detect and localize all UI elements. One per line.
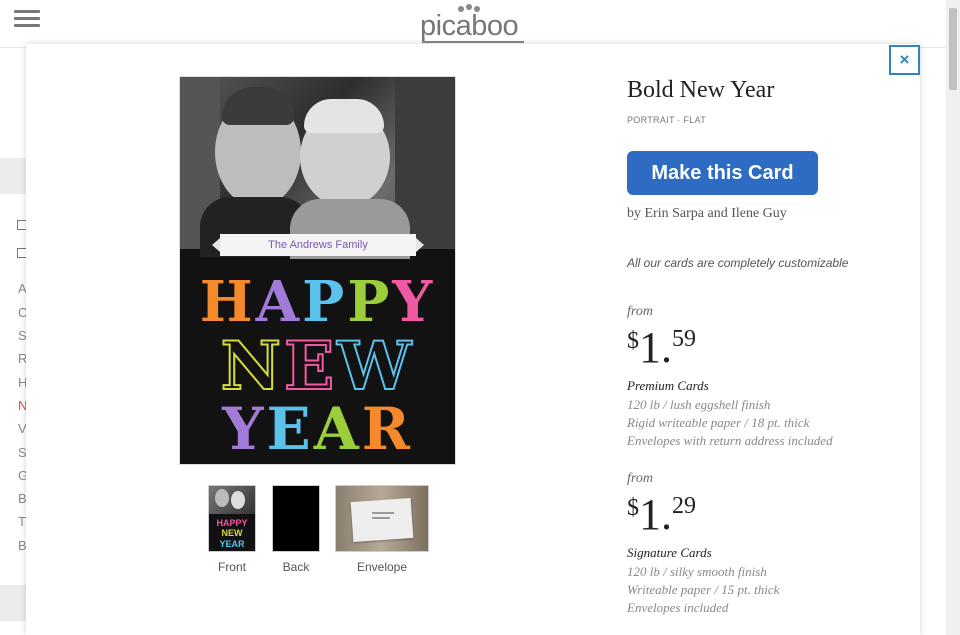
make-this-card-button[interactable]: Make this Card bbox=[627, 151, 818, 195]
product-format: PORTRAIT · FLAT bbox=[627, 115, 707, 125]
thumbnail-label: Front bbox=[217, 560, 246, 574]
front-thumbnail-image: HAPPY NEW YEAR bbox=[208, 485, 256, 552]
tier-feature: Envelopes with return address included bbox=[627, 433, 833, 448]
logo-text: picaboo bbox=[420, 10, 519, 42]
tier-name: Premium Cards bbox=[627, 378, 709, 393]
card-line-year: YEAR bbox=[180, 395, 455, 463]
family-photo bbox=[180, 77, 455, 259]
background-filter-item[interactable]: T bbox=[18, 514, 26, 529]
tier-name: Signature Cards bbox=[627, 545, 712, 560]
card-letter: R bbox=[361, 395, 413, 463]
product-modal: × The Andrews Family HAPPY NEW YEAR HAPP… bbox=[26, 44, 920, 635]
picaboo-logo[interactable]: picaboo bbox=[420, 4, 526, 44]
card-letter: A bbox=[255, 269, 303, 335]
card-line-happy: HAPPY bbox=[180, 269, 455, 335]
thumbnail-back[interactable]: Back bbox=[272, 485, 320, 575]
card-letter: P bbox=[347, 269, 393, 335]
price-dot: . bbox=[661, 490, 672, 539]
price-whole: 1 bbox=[639, 323, 661, 372]
card-letter: N bbox=[220, 326, 284, 406]
product-title: Bold New Year bbox=[627, 77, 775, 103]
tier-feature: Envelopes included bbox=[627, 600, 729, 615]
price-cents: 29 bbox=[672, 493, 696, 519]
card-letter: E bbox=[283, 326, 338, 406]
top-bar: picaboo bbox=[0, 0, 946, 48]
card-letter: W bbox=[336, 326, 415, 406]
price-currency: $ bbox=[627, 328, 639, 354]
price-whole: 1 bbox=[639, 490, 661, 539]
scrollbar[interactable] bbox=[946, 0, 960, 635]
card-preview: The Andrews Family HAPPY NEW YEAR bbox=[179, 76, 456, 465]
tier-feature: 120 lb / lush eggshell finish bbox=[627, 397, 771, 412]
designer-byline: by Erin Sarpa and Ilene Guy bbox=[627, 206, 787, 221]
customizable-note: All our cards are completely customizabl… bbox=[627, 256, 849, 270]
card-line-new: NEW bbox=[180, 326, 455, 406]
tier-feature: Writeable paper / 15 pt. thick bbox=[627, 582, 780, 597]
tier-feature: Rigid writeable paper / 18 pt. thick bbox=[627, 415, 810, 430]
envelope-thumbnail-image bbox=[335, 485, 429, 552]
card-letter: Y bbox=[392, 269, 436, 335]
card-letter: Y bbox=[222, 395, 267, 463]
tier-feature: 120 lb / silky smooth finish bbox=[627, 564, 767, 579]
card-letter: A bbox=[313, 395, 362, 463]
from-label: from bbox=[627, 471, 653, 486]
from-label: from bbox=[627, 304, 653, 319]
price-dot: . bbox=[661, 323, 672, 372]
card-letter: E bbox=[266, 395, 314, 463]
family-name-banner: The Andrews Family bbox=[212, 234, 424, 256]
close-button[interactable]: × bbox=[889, 45, 920, 75]
price-signature: $1.29 bbox=[627, 489, 696, 540]
card-letter: P bbox=[302, 269, 348, 335]
thumbnail-envelope[interactable]: Envelope bbox=[335, 485, 429, 575]
menu-icon[interactable] bbox=[14, 10, 40, 28]
thumbnail-label: Envelope bbox=[356, 560, 408, 574]
scrollbar-thumb[interactable] bbox=[949, 8, 957, 90]
back-thumbnail-image bbox=[272, 485, 320, 552]
price-premium: $1.59 bbox=[627, 322, 696, 373]
price-cents: 59 bbox=[672, 326, 696, 352]
price-currency: $ bbox=[627, 495, 639, 521]
thumbnail-front[interactable]: HAPPY NEW YEAR Front bbox=[208, 485, 256, 575]
card-letter: H bbox=[199, 269, 256, 335]
thumbnail-label: Back bbox=[282, 560, 310, 574]
